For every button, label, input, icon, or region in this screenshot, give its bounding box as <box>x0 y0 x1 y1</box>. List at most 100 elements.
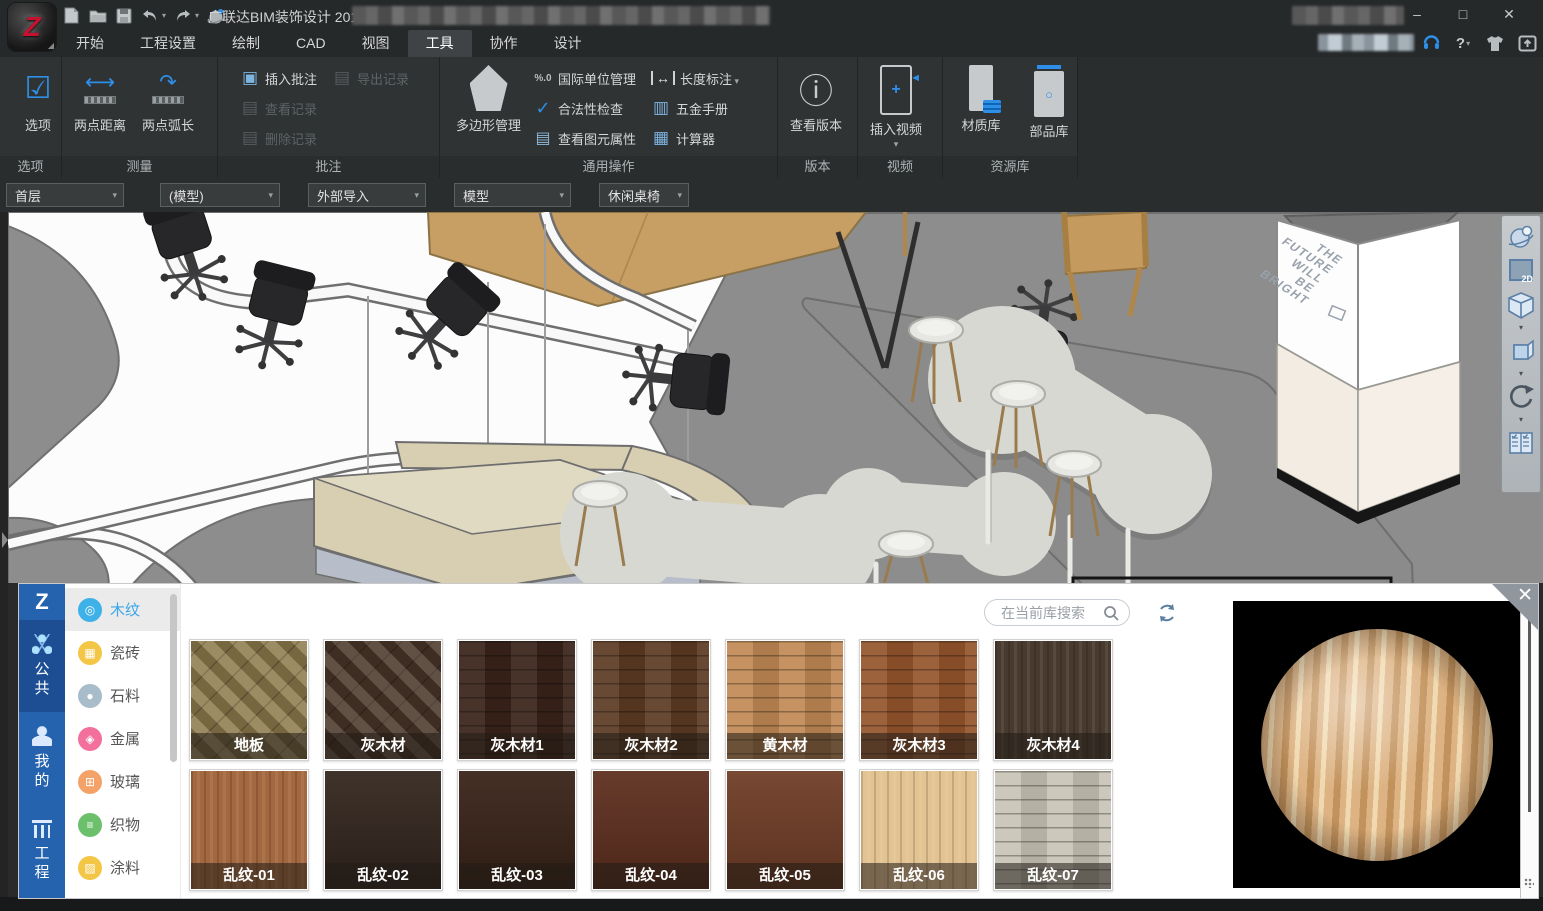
help-button[interactable]: ?▾ <box>1453 33 1473 53</box>
library-search-input[interactable] <box>999 604 1103 622</box>
close-button[interactable]: ✕ <box>1494 3 1524 25</box>
new-file-button[interactable] <box>62 6 81 25</box>
material-category-item[interactable]: ⊞ 玻璃 <box>65 760 180 803</box>
ribbon-tab[interactable]: 工具 <box>408 30 472 57</box>
redo-dropdown-arrow[interactable]: ▾ <box>195 11 199 20</box>
ribbon-button[interactable]: 查看图元属性 <box>527 123 645 153</box>
ribbon-tab[interactable]: 绘制 <box>214 30 278 57</box>
view-selector[interactable]: 首层 ▾ <box>6 183 124 207</box>
material-swatch[interactable]: 乱纹-03 <box>457 769 577 891</box>
slogan-column[interactable]: THE FUTURE WILL BE BRIGHT <box>1251 212 1460 524</box>
app-menu-arrow-icon: ◢ <box>48 41 54 50</box>
ribbon-button[interactable]: 两点距离 <box>66 61 134 156</box>
view-table-button[interactable] <box>1505 426 1537 460</box>
material-swatch[interactable]: 灰木材3 <box>859 639 979 761</box>
ribbon-group-label: 批注 <box>218 156 439 178</box>
search-icon[interactable] <box>1103 605 1119 621</box>
undo-dropdown-arrow[interactable]: ▾ <box>162 11 166 20</box>
ribbon-button[interactable]: 材质库 <box>947 61 1015 156</box>
category-icon: ▨ <box>78 856 102 880</box>
material-preview-sphere[interactable] <box>1261 629 1493 861</box>
ribbon-button[interactable]: 部品库 <box>1015 61 1083 156</box>
cube-iso-view-button[interactable] <box>1505 288 1537 322</box>
material-swatch[interactable]: 灰木材 <box>323 639 443 761</box>
ribbon-button[interactable]: 两点弧长 <box>134 61 202 156</box>
material-swatch[interactable]: 乱纹-06 <box>859 769 979 891</box>
support-headset-button[interactable] <box>1421 33 1441 53</box>
upgrade-button[interactable] <box>1517 33 1537 53</box>
ribbon-tab[interactable]: 工程设置 <box>122 30 214 57</box>
material-swatch[interactable]: 灰木材4 <box>993 639 1113 761</box>
redo-button[interactable] <box>173 6 192 25</box>
window-title: 广联达BIM装饰设计 2019 · <box>208 7 374 27</box>
view-selector[interactable]: 休闲桌椅 ▾ <box>599 183 689 207</box>
rotate-view-button[interactable] <box>1505 380 1537 414</box>
material-category-item[interactable]: ≡ 织物 <box>65 803 180 846</box>
ribbon-button[interactable]: 查看记录 <box>234 93 326 123</box>
panel-resize-grip[interactable] <box>1524 878 1534 888</box>
library-sidebar-tab[interactable]: 公共 <box>19 620 65 712</box>
cube-front-dropdown-arrow[interactable]: ▾ <box>1519 368 1523 380</box>
ribbon-button[interactable]: 计算器 <box>645 123 748 153</box>
ribbon-button[interactable]: 导出记录 <box>326 63 418 93</box>
ribbon-button[interactable]: 五金手册 <box>645 93 748 123</box>
library-sidebar-tab[interactable]: 工程 <box>19 804 65 896</box>
app-window: Z ◢ ▾ ▾ 广联达BIM装饰设计 2019 · – □ ✕ <box>0 0 1543 911</box>
view-selector[interactable]: (模型) ▾ <box>160 183 280 207</box>
ribbon-button[interactable]: 多边形管理 <box>450 61 527 156</box>
cube-iso-dropdown-arrow[interactable]: ▾ <box>1519 322 1523 334</box>
theme-skin-button[interactable] <box>1485 33 1505 53</box>
material-category-item[interactable]: ◎ 木纹 <box>65 588 180 631</box>
material-swatch[interactable]: 乱纹-07 <box>993 769 1113 891</box>
orbit-button[interactable] <box>1505 220 1537 254</box>
ribbon-button[interactable]: 长度标注 <box>645 63 748 93</box>
panel-scrollbar-thumb[interactable] <box>1528 612 1531 812</box>
save-button[interactable] <box>114 6 133 25</box>
material-swatch[interactable]: 乱纹-05 <box>725 769 845 891</box>
view-2d-button[interactable]: 2D <box>1505 254 1537 288</box>
ribbon-button[interactable]: 插入批注 <box>234 63 326 93</box>
ribbon-tab[interactable]: 设计 <box>536 30 600 57</box>
material-category-item[interactable]: ◈ 金属 <box>65 717 180 760</box>
ribbon-tab[interactable]: 协作 <box>472 30 536 57</box>
material-swatch[interactable]: 灰木材1 <box>457 639 577 761</box>
material-swatch[interactable]: 灰木材2 <box>591 639 711 761</box>
ribbon-button[interactable]: 查看版本 <box>782 61 850 156</box>
status-bar <box>0 897 1543 911</box>
minimize-button[interactable]: – <box>1402 3 1432 25</box>
ribbon: 选项 选项 两点距离 两点弧长 测量 插入批注 <box>0 57 1543 178</box>
ribbon-button-icon <box>84 65 116 111</box>
ribbon-button[interactable]: 删除记录 <box>234 123 326 153</box>
ribbon-tab[interactable]: 开始 <box>58 30 122 57</box>
upgrade-box-icon <box>1518 35 1537 52</box>
left-panel-collapse-strip[interactable] <box>0 212 8 897</box>
material-swatch[interactable]: 乱纹-01 <box>189 769 309 891</box>
material-swatch[interactable]: 乱纹-02 <box>323 769 443 891</box>
material-swatch[interactable]: 乱纹-04 <box>591 769 711 891</box>
open-file-button[interactable] <box>88 6 107 25</box>
ribbon-tab[interactable]: CAD <box>278 30 344 57</box>
close-panel-button[interactable]: ✕ <box>1517 586 1533 605</box>
app-logo-button[interactable]: Z ◢ <box>8 3 56 51</box>
ribbon-group-label: 视频 <box>858 156 942 178</box>
material-swatch[interactable]: 地板 <box>189 639 309 761</box>
library-sidebar-tab[interactable]: 我的 <box>19 712 65 804</box>
ribbon-button[interactable]: 合法性检查 <box>527 93 645 123</box>
redacted-document-name <box>352 6 770 25</box>
rotate-dropdown-arrow[interactable]: ▾ <box>1519 414 1523 426</box>
ribbon-button[interactable]: 国际单位管理 <box>527 63 645 93</box>
view-selector[interactable]: 模型 ▾ <box>454 183 571 207</box>
undo-button[interactable] <box>140 6 159 25</box>
ribbon-tab[interactable]: 视图 <box>344 30 408 57</box>
category-scrollbar[interactable] <box>170 594 177 762</box>
ribbon-button[interactable]: 插入视频 <box>862 61 930 156</box>
cube-front-view-button[interactable] <box>1505 334 1537 368</box>
material-category-item[interactable]: ▦ 瓷砖 <box>65 631 180 674</box>
view-selector[interactable]: 外部导入 ▾ <box>308 183 426 207</box>
maximize-button[interactable]: □ <box>1448 3 1478 25</box>
material-category-item[interactable]: ▨ 涂料 <box>65 846 180 889</box>
refresh-library-button[interactable] <box>1155 601 1179 625</box>
material-category-item[interactable]: ● 石料 <box>65 674 180 717</box>
material-swatch[interactable]: 黄木材 <box>725 639 845 761</box>
redacted-title-info <box>1292 6 1404 25</box>
